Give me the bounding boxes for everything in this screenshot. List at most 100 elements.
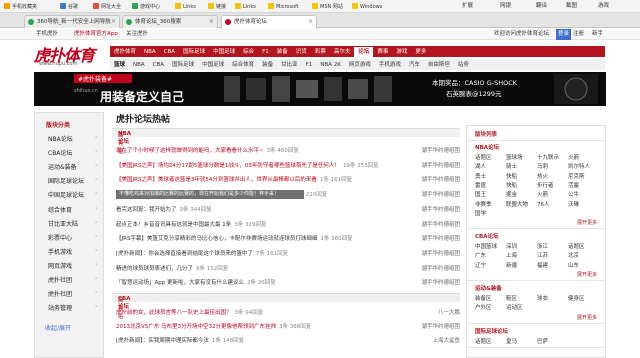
sidebar-item[interactable]: 彩票中心 (48, 233, 72, 242)
forum-link[interactable]: 话题区 (568, 242, 585, 250)
subnav-item[interactable]: 自由斯坦 (424, 60, 454, 71)
panel-section-title[interactable]: 国际足球论坛 (475, 327, 508, 335)
thread-row[interactable]: 【JRS字幕】美篮艾克分享精彩的马比心信心，卡配尔非赛场运动就连球员打球细细 1条… (116, 235, 460, 244)
nav-item[interactable]: 装备 (273, 47, 292, 58)
thread-author[interactable]: 湖手华约德组团 (421, 206, 460, 215)
subnav-item[interactable]: CBA (149, 60, 168, 71)
nav-item[interactable]: 赛事 (373, 47, 392, 58)
forum-link[interactable]: 话题区 (475, 337, 492, 345)
sidebar-item[interactable]: 中国足球论坛 (48, 190, 84, 199)
nav-item[interactable]: 综合 (239, 47, 258, 58)
sidebar-item[interactable]: 运动&装备 (48, 162, 77, 171)
panel-section-title[interactable]: 运动&装备 (475, 284, 502, 292)
forum-link[interactable]: 深圳 (506, 242, 517, 250)
thread-title[interactable]: 精进的球员球员表述们，几分了 (116, 266, 193, 272)
subnav-item[interactable]: 国际足球 (168, 60, 198, 71)
forum-link[interactable]: 国王 (475, 190, 486, 198)
forum-link[interactable]: 尼克斯 (568, 172, 585, 180)
nav-item[interactable]: 国际足球 (179, 47, 209, 58)
forum-link[interactable]: 话题区 (475, 153, 492, 161)
forum-link[interactable]: 掘金 (506, 190, 517, 198)
thread-title[interactable]: 「智慧运动场」App 更新啦，大家有没有什么建议么 (116, 280, 244, 286)
newbie-link[interactable]: 新手 (592, 29, 603, 40)
close-icon[interactable]: × (111, 16, 116, 28)
forum-link[interactable]: 快船 (506, 172, 517, 180)
thread-author[interactable]: 湖手华约德组团 (421, 147, 460, 156)
favorite-item[interactable]: MSN 网站 (312, 3, 343, 11)
forum-link[interactable]: 健身区 (568, 294, 585, 302)
expand-more-link[interactable]: 展开更多 (577, 219, 597, 226)
forum-link[interactable]: 广东 (475, 251, 486, 259)
site-logo[interactable]: 虎扑体育 www.hupu.com (34, 42, 110, 68)
thread-title[interactable]: 【JRS字幕】美篮艾克分享精彩的马比心信心，卡配尔非赛场运动就连球员打球细细 (116, 236, 317, 242)
thread-row[interactable]: 起点正本！乡音音讯具有这就是中国最大最 1条 3条 319回复 湖手华约德组团 (116, 221, 460, 230)
app-link[interactable]: 虎扑体育官方App (74, 29, 118, 40)
favorite-item[interactable]: 谷歌 (60, 3, 78, 11)
nav-item[interactable]: NBA (140, 47, 160, 58)
thread-row[interactable]: 现在了个小时候了这样就做得到的能吗，大家看看什么水平~ 3条 460回复 湖手华约德… (116, 147, 460, 156)
browser-tab[interactable]: 体育论坛_360搜索 × (122, 15, 218, 28)
subnav-item[interactable]: F1 (302, 60, 317, 71)
forum-link[interactable]: 马刺 (537, 162, 548, 170)
nav-item[interactable]: 彩票 (311, 47, 330, 58)
expand-more-link[interactable]: 展开更多 (577, 314, 597, 321)
close-icon[interactable]: × (209, 16, 214, 28)
sidebar-item[interactable]: NBA论坛 (48, 134, 73, 143)
forum-link[interactable]: 篮球场 (506, 153, 523, 161)
games-button[interactable]: 游戏 (598, 0, 609, 13)
forum-link[interactable]: 火箭 (537, 190, 548, 198)
sidebar-item[interactable]: 站务管理 (48, 303, 72, 312)
forum-link[interactable]: 活塞 (568, 181, 579, 189)
thread-title[interactable]: 【美国JRS之声】美球者这篮是3年就54分到篮球并出人，世界从最棒都以后的来看 (116, 177, 317, 183)
forum-link[interactable]: 福建 (537, 261, 548, 269)
thread-author[interactable]: 湖手华约德组团 (421, 191, 460, 200)
thread-author[interactable]: 上海大鲨鱼 (432, 337, 460, 346)
forum-link[interactable]: 江苏 (537, 251, 548, 259)
thread-author[interactable]: 湖手华约德组团 (421, 221, 460, 230)
favorite-item[interactable]: 链接 (208, 3, 226, 11)
forum-link[interactable]: 凯尔特人 (568, 162, 590, 170)
thread-title[interactable]: [虎扑新闻】：实我周期中理实际都今法 (116, 338, 209, 344)
forum-link[interactable]: 山东 (568, 261, 579, 269)
sidebar-item[interactable]: 网页游戏 (48, 261, 72, 270)
subnav-item[interactable]: 甘比亚 (277, 60, 302, 71)
nav-item[interactable]: CBA (160, 47, 179, 58)
thread-author[interactable]: 湖手华约德组团 (421, 235, 460, 244)
subnav-item[interactable]: 综合体育 (228, 60, 258, 71)
favorite-item[interactable]: Links (235, 3, 256, 11)
panel-section-title[interactable]: NBA论坛 (475, 143, 499, 151)
forum-link[interactable]: 步行者 (537, 181, 554, 189)
thread-author[interactable]: 八一大鹏 (438, 309, 460, 318)
nav-item[interactable]: 中国足球 (209, 47, 239, 58)
thread-author[interactable]: 湖手华约德组团 (421, 265, 460, 274)
subnav-item[interactable]: 篮球 (110, 60, 129, 71)
follow-link[interactable]: 关注虎扑 (126, 29, 148, 40)
thread-row[interactable]: 精进的球员球员表述们，几分了 9条 152回复 湖手华约德组团 (116, 265, 460, 274)
nav-item[interactable]: F1 (258, 47, 273, 58)
thread-title[interactable]: 虎扑前的女，此球员言等八一队史上最佳出国？ (116, 310, 232, 316)
sidebar-item[interactable]: 虎扑社团 (48, 275, 72, 284)
thread-title[interactable]: 2013北京VS广东 马布里3分开场中空32分更像他帮领到广东挂帅 (116, 324, 276, 330)
forum-link[interactable]: 浙江 (537, 242, 548, 250)
panel-section-title[interactable]: CBA论坛 (475, 232, 499, 240)
forum-link[interactable]: 国学 (475, 209, 486, 217)
thread-title[interactable]: 起点正本！乡音音讯具有这就是中国最大最 1条 (116, 222, 231, 228)
subnav-item[interactable]: 装备 (258, 60, 277, 71)
sidebar-item[interactable]: 甘比亚大陆 (48, 219, 78, 228)
forum-link[interactable]: 骑士 (506, 162, 517, 170)
thread-title[interactable]: 看完这回复：我开始为了 (116, 207, 177, 213)
thread-author[interactable]: 湖手华约德组团 (421, 176, 460, 185)
forum-link[interactable]: 运动区 (506, 303, 523, 311)
forum-link[interactable]: 热火 (537, 172, 548, 180)
nav-item[interactable]: 识货 (292, 47, 311, 58)
thread-row[interactable]: 【美国JRS之声】场均24分17助5篮球分数是1战斗，03年防守者哪些篮球首先了… (116, 162, 460, 171)
forum-link[interactable]: 非赛季 (475, 200, 492, 208)
forum-link[interactable]: 装备区 (475, 294, 492, 302)
thread-title[interactable]: 【美国JRS之声】场均24分17助5篮球分数是1战斗，03年防守者哪些篮球首先了… (116, 163, 340, 169)
forum-link[interactable]: 联盟大物 (506, 200, 528, 208)
nav-item[interactable]: 虎扑体育 (110, 47, 140, 58)
forum-link[interactable]: 辽宁 (475, 261, 486, 269)
subnav-item[interactable]: 站务 (454, 60, 473, 71)
sidebar-item[interactable]: 手机游戏 (48, 247, 72, 256)
nav-item[interactable]: 高尔夫 (330, 47, 355, 58)
